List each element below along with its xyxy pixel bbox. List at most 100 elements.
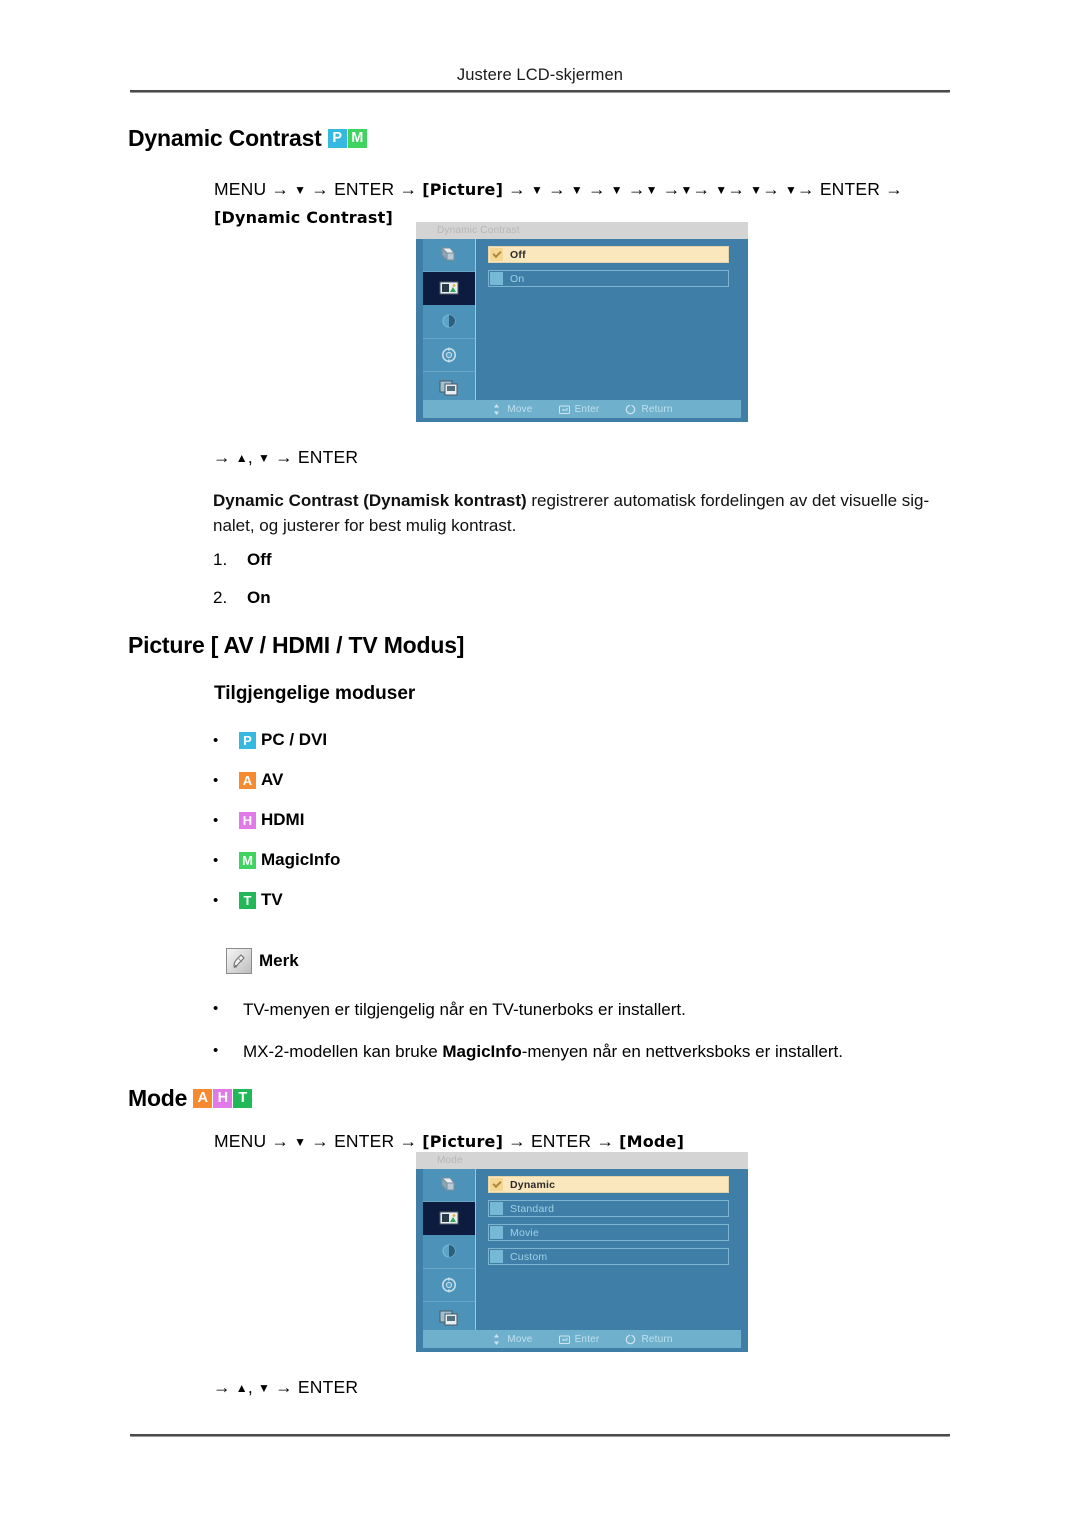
osd-footer-enter: Enter — [558, 1333, 600, 1345]
nav-hint-mode: → ▲, ▼ → ENTER — [213, 1374, 358, 1402]
mode-badges-dynamic-contrast: P M — [327, 129, 367, 148]
osd-option-list: Off On — [476, 239, 741, 400]
osd-sidebar-item-sound[interactable] — [423, 305, 475, 339]
picture-icon — [439, 281, 459, 295]
nav-comma: , — [247, 447, 253, 467]
badge-pc-icon: P — [327, 129, 347, 148]
section-heading-text: Dynamic Contrast — [128, 125, 322, 151]
description-paragraph: Dynamic Contrast (Dynamisk kontrast) reg… — [213, 488, 961, 538]
path-down-arrow-icon: ▼ — [610, 183, 623, 197]
osd-screenshot-mode: Mode Dynamic Standard Movie Custom Move … — [416, 1152, 748, 1352]
section-heading-text: Picture [ AV / HDMI / TV Modus] — [128, 632, 465, 658]
nav-arrow-icon: → — [275, 447, 293, 467]
nav-enter-label: ENTER — [297, 1377, 359, 1397]
list-item-label: PC / DVI — [261, 730, 328, 749]
list-item-number: 2. — [213, 588, 228, 607]
osd-screenshot-dynamic-contrast: Dynamic Contrast Off On Move Enter Retur… — [416, 222, 748, 422]
osd-footer-label: Move — [507, 1333, 533, 1345]
path-arrow-icon: → — [727, 179, 746, 199]
path-down-arrow-icon: ▼ — [570, 183, 583, 197]
path-down-arrow-icon: ▼ — [530, 183, 544, 197]
bullet-dot-icon: • — [213, 1000, 219, 1017]
badge-av-icon: A — [193, 1089, 213, 1108]
osd-sidebar-item-picture[interactable] — [423, 272, 475, 306]
section-heading-mode: Mode A H T — [128, 1085, 253, 1112]
path-enter-label: ENTER — [334, 1131, 395, 1151]
note-item: • TV-menyen er tilgjengelig når en TV-tu… — [213, 1000, 843, 1020]
nav-hint-dynamic-contrast: → ▲, ▼ → ENTER — [213, 444, 358, 472]
note-list: • TV-menyen er tilgjengelig når en TV-tu… — [213, 1000, 843, 1084]
osd-option-row[interactable]: Custom — [488, 1248, 729, 1265]
multi-control-icon — [439, 1310, 458, 1326]
osd-option-row[interactable]: Movie — [488, 1224, 729, 1241]
note-item: • MX-2-modellen kan bruke MagicInfo-meny… — [213, 1042, 843, 1062]
path-arrow-icon: → — [885, 179, 903, 199]
path-arrow-icon: → — [548, 179, 566, 199]
input-source-icon — [440, 1176, 456, 1192]
osd-option-label: Standard — [510, 1202, 555, 1215]
list-item: 2. On — [213, 588, 272, 608]
note-item-suffix: -menyen når en nettverksboks er installe… — [521, 1042, 843, 1061]
path-down-arrow-icon: ▼ — [784, 183, 798, 197]
osd-sidebar-item-setup[interactable] — [423, 339, 475, 372]
path-arrow-icon: → — [271, 1131, 290, 1151]
path-enter-label: ENTER — [334, 179, 395, 199]
description-line2: nalet, og justerer for best mulig kontra… — [213, 516, 517, 535]
path-down-arrow-icon: ▼ — [645, 183, 658, 197]
nav-arrow-icon: → — [213, 447, 231, 467]
osd-sidebar-item-setup[interactable] — [423, 1269, 475, 1302]
note-pencil-icon — [226, 948, 252, 974]
badge-tv-icon: T — [233, 1089, 253, 1108]
nav-up-arrow-icon: ▲ — [235, 451, 248, 465]
osd-sidebar-item-input-source[interactable] — [423, 239, 475, 273]
osd-footer-label: Return — [641, 1333, 673, 1345]
nav-enter-label: ENTER — [297, 447, 359, 467]
unchecked-box-icon — [490, 1202, 503, 1215]
osd-sidebar-item-picture[interactable] — [423, 1202, 475, 1236]
osd-footer-return: Return — [625, 1333, 673, 1345]
badge-tv-icon: T — [239, 891, 256, 909]
nav-down-arrow-icon: ▼ — [257, 451, 271, 465]
list-item-number: 1. — [213, 550, 228, 569]
picture-icon — [439, 1211, 459, 1225]
path-arrow-icon: → — [399, 179, 418, 199]
bullet-dot-icon: • — [213, 851, 219, 869]
bullet-dot-icon: • — [213, 771, 219, 789]
input-source-icon — [440, 246, 456, 262]
note-title-label: Merk — [259, 951, 299, 970]
osd-footer-move: Move — [491, 403, 532, 415]
osd-footer-label: Enter — [574, 1333, 600, 1345]
available-modes-list: • P PC / DVI • A AV • H HDMI • M MagicIn… — [213, 730, 340, 930]
osd-option-label: Dynamic — [510, 1178, 556, 1191]
mode-badges-mode: A H T — [193, 1089, 253, 1108]
running-header: Justere LCD-skjermen — [456, 66, 624, 84]
note-header: Merk — [226, 948, 299, 974]
path-down-arrow-icon: ▼ — [294, 183, 307, 197]
osd-footer-label: Enter — [574, 403, 600, 415]
osd-option-row[interactable]: Off — [488, 246, 729, 263]
subsection-heading-available-modes: Tilgjengelige moduser — [214, 683, 416, 704]
osd-option-row[interactable]: Standard — [488, 1200, 729, 1217]
return-circle-icon — [626, 1333, 636, 1344]
description-rest: registrerer automatisk fordelingen av de… — [526, 491, 930, 510]
enter-key-icon — [558, 405, 570, 414]
path-enter-label: ENTER — [530, 1131, 592, 1151]
osd-option-row[interactable]: On — [488, 270, 729, 287]
osd-sidebar — [423, 1169, 476, 1335]
path-arrow-icon: → — [762, 179, 780, 199]
section-heading-text: Mode — [128, 1085, 188, 1111]
list-item-tv: • T TV — [213, 890, 340, 910]
multi-control-icon — [439, 380, 458, 396]
list-item-label: MagicInfo — [261, 850, 341, 869]
osd-option-row[interactable]: Dynamic — [488, 1176, 729, 1193]
path-menu-label: MENU — [214, 179, 267, 199]
osd-sidebar-item-sound[interactable] — [423, 1235, 475, 1269]
return-circle-icon — [626, 403, 636, 414]
osd-option-label: Custom — [510, 1250, 548, 1263]
osd-footer-bar: Move Enter Return — [423, 400, 741, 418]
note-item-text: TV-menyen er tilgjengelig når en TV-tune… — [243, 1000, 686, 1019]
setup-icon — [442, 1277, 456, 1293]
osd-sidebar-item-input-source[interactable] — [423, 1169, 475, 1203]
path-picture-label: [Picture] — [422, 1132, 504, 1151]
updown-arrows-icon — [494, 403, 500, 415]
